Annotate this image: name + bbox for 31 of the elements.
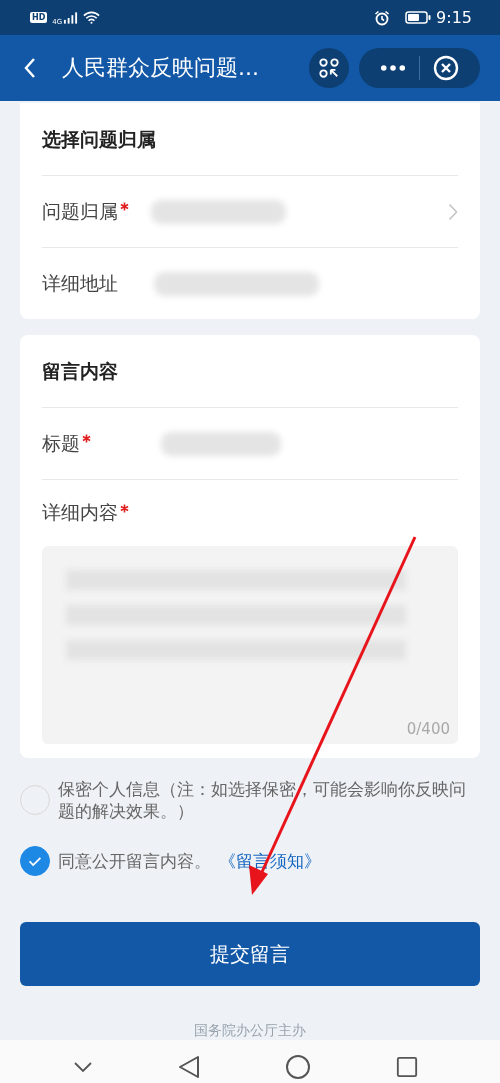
field-label: 标题 [42,430,80,456]
scan-icon [318,57,340,79]
close-icon [433,55,459,81]
redacted-input-field[interactable] [154,271,319,296]
signal-icon [63,11,79,24]
scan-button[interactable] [309,48,349,88]
back-triangle-icon[interactable] [177,1055,200,1079]
section-title: 选择问题归属 [42,103,458,176]
alarm-icon [374,9,391,26]
redacted-input-field[interactable] [161,431,281,456]
battery-icon [405,11,432,24]
character-counter: 0/400 [406,720,450,738]
wifi-icon [83,11,101,24]
option-label: 同意公开留言内容。 [58,850,211,872]
more-icon [380,64,406,72]
chevron-down-icon[interactable] [72,1061,93,1073]
field-label: 详细地址 [42,270,118,296]
back-icon [24,57,36,79]
field-label: 详细内容 [42,500,118,525]
clock-time: 9:15 [436,8,472,27]
option-label: 保密个人信息（注：如选择保密，可能会影响你反映问题的解决效果。） [58,778,467,822]
field-label: 问题归属 [42,198,118,224]
page-title: 人民群众反映问题... [62,54,260,82]
chevron-right-icon [448,202,458,221]
submit-button[interactable]: 提交留言 [20,922,480,986]
section-title: 留言内容 [42,335,458,408]
footer-text: 国务院办公厅主办 [193,1022,307,1040]
home-circle-icon[interactable] [284,1054,311,1080]
recents-square-icon[interactable] [395,1056,418,1078]
checkbox[interactable] [20,846,50,876]
hd-badge: HD [30,12,48,23]
